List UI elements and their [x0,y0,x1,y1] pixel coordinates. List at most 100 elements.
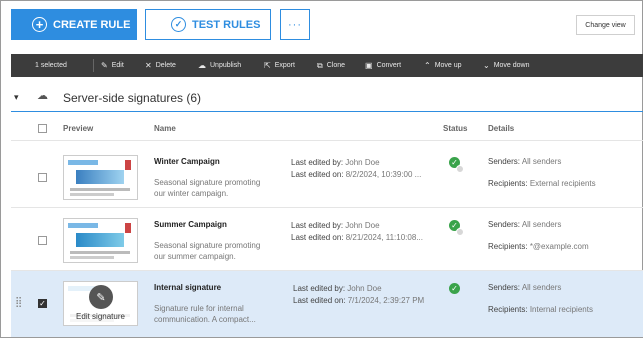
more-button[interactable]: ··· [280,9,310,40]
clone-button[interactable]: ⧉ Clone [317,54,345,77]
move-down-label: Move down [493,62,530,69]
recipients-label: Recipients: [488,242,528,251]
cloud-icon: ☁ [37,90,48,102]
senders-detail: Senders: All senders [488,220,561,229]
row-checkbox[interactable]: ✓ [38,299,47,308]
senders-value: All senders [521,157,562,166]
change-view-dropdown[interactable]: Change view [576,15,635,35]
create-rule-label: CREATE RULE [53,18,131,31]
check-circle-icon: ✓ [171,17,186,32]
unpublish-label: Unpublish [210,62,242,69]
unpublish-button[interactable]: ☁ Unpublish [198,54,241,77]
column-status[interactable]: Status [443,124,467,133]
preview-header [68,223,98,228]
group-header[interactable]: ▾ ☁ Server-side signatures (6) [11,87,643,112]
edited-on-label: Last edited on: [291,233,344,242]
group-title: Server-side signatures (6) [63,91,202,105]
status-check-icon: ✓ [449,283,460,294]
recipients-value: *@example.com [529,242,589,251]
column-details[interactable]: Details [488,124,514,133]
column-preview[interactable]: Preview [63,124,93,133]
close-icon: ✕ [145,61,152,70]
chevron-down-icon: ⌄ [483,61,490,70]
row-checkbox[interactable] [38,173,47,182]
preview-flag [125,160,131,170]
export-button[interactable]: ⇱ Export [264,54,295,77]
edited-by-label: Last edited by: [291,221,344,230]
senders-label: Senders: [488,283,521,292]
status-clock-icon [456,165,464,173]
edited-by-label: Last edited by: [293,284,346,293]
table-header: Preview Name Status Details [11,115,643,141]
edited-by: John Doe [347,284,382,293]
export-icon: ⇱ [264,61,271,70]
move-down-button[interactable]: ⌄ Move down [483,54,530,77]
rule-name[interactable]: Winter Campaign [154,157,220,166]
rule-name[interactable]: Summer Campaign [154,220,227,229]
clone-label: Clone [326,62,346,69]
edited-on-label: Last edited on: [291,170,344,179]
table-row[interactable]: Winter Campaign Seasonal signature promo… [11,145,643,208]
recipients-label: Recipients: [488,179,528,188]
preview-text-line [70,188,130,191]
convert-button[interactable]: ▣ Convert [365,54,401,77]
group-divider [11,111,643,112]
export-label: Export [274,62,295,69]
signature-preview[interactable] [63,155,138,200]
rule-description: Seasonal signature promoting our winter … [154,178,261,198]
recipients-detail: Recipients: Internal recipients [488,305,593,314]
edited-by-label: Last edited by: [291,158,344,167]
drag-handle-icon[interactable]: ⣿ [15,297,22,308]
recipients-detail: Recipients: External recipients [488,179,596,188]
edited-on: 7/1/2024, 2:39:27 PM [347,296,425,305]
delete-label: Delete [155,62,176,69]
preview-header [68,160,98,165]
chevron-up-icon: ⌃ [424,61,431,70]
preview-text-line [70,251,130,254]
collapse-chevron-icon[interactable]: ▾ [14,92,19,103]
senders-detail: Senders: All senders [488,283,561,292]
test-rules-button[interactable]: ✓ TEST RULES [145,9,271,40]
edit-info: Last edited by: John Doe Last edited on:… [291,220,423,244]
preview-banner [76,233,124,247]
edit-signature-label: Edit signature [76,312,125,321]
convert-icon: ▣ [365,61,373,70]
convert-label: Convert [376,62,402,69]
edit-signature-overlay[interactable]: ✎ Edit signature [63,281,138,326]
rule-description: Seasonal signature promoting our summer … [154,241,261,261]
senders-value: All senders [521,283,562,292]
plus-icon: + [32,17,47,32]
table-row[interactable]: ⣿ ✓ ✎ Edit signature Internal signature … [11,271,643,337]
move-up-button[interactable]: ⌃ Move up [424,54,462,77]
preview-text-line [70,193,114,196]
action-toolbar: 1 selected ✎ Edit ✕ Delete ☁ Unpublish ⇱ Exp… [11,54,643,77]
move-up-label: Move up [434,62,462,69]
rule-name[interactable]: Internal signature [154,283,221,292]
rule-description: Signature rule for internal communicatio… [154,304,256,324]
table-row[interactable]: Summer Campaign Seasonal signature promo… [11,208,643,271]
delete-button[interactable]: ✕ Delete [145,54,176,77]
column-name[interactable]: Name [154,124,176,133]
pencil-icon: ✎ [101,61,108,70]
edited-on: 8/21/2024, 11:10:08... [345,233,423,242]
signature-preview[interactable] [63,218,138,263]
clone-icon: ⧉ [317,60,323,70]
edit-button[interactable]: ✎ Edit [101,54,124,77]
row-checkbox[interactable] [38,236,47,245]
edited-on-label: Last edited on: [293,296,346,305]
edited-by: John Doe [345,221,380,230]
edited-on: 8/2/2024, 10:39:00 ... [345,170,422,179]
cloud-icon: ☁ [198,61,206,70]
create-rule-button[interactable]: + CREATE RULE [11,9,137,40]
toolbar-divider [93,59,94,72]
pencil-icon: ✎ [89,285,113,309]
recipients-detail: Recipients: *@example.com [488,242,589,251]
edit-info: Last edited by: John Doe Last edited on:… [293,283,424,307]
status-clock-icon [456,228,464,236]
select-all-checkbox[interactable] [38,124,47,133]
preview-banner [76,170,124,184]
preview-flag [125,223,131,233]
app-frame: + CREATE RULE ✓ TEST RULES ··· Change vi… [0,0,643,338]
change-view-label: Change view [585,21,626,29]
edit-info: Last edited by: John Doe Last edited on:… [291,157,421,181]
